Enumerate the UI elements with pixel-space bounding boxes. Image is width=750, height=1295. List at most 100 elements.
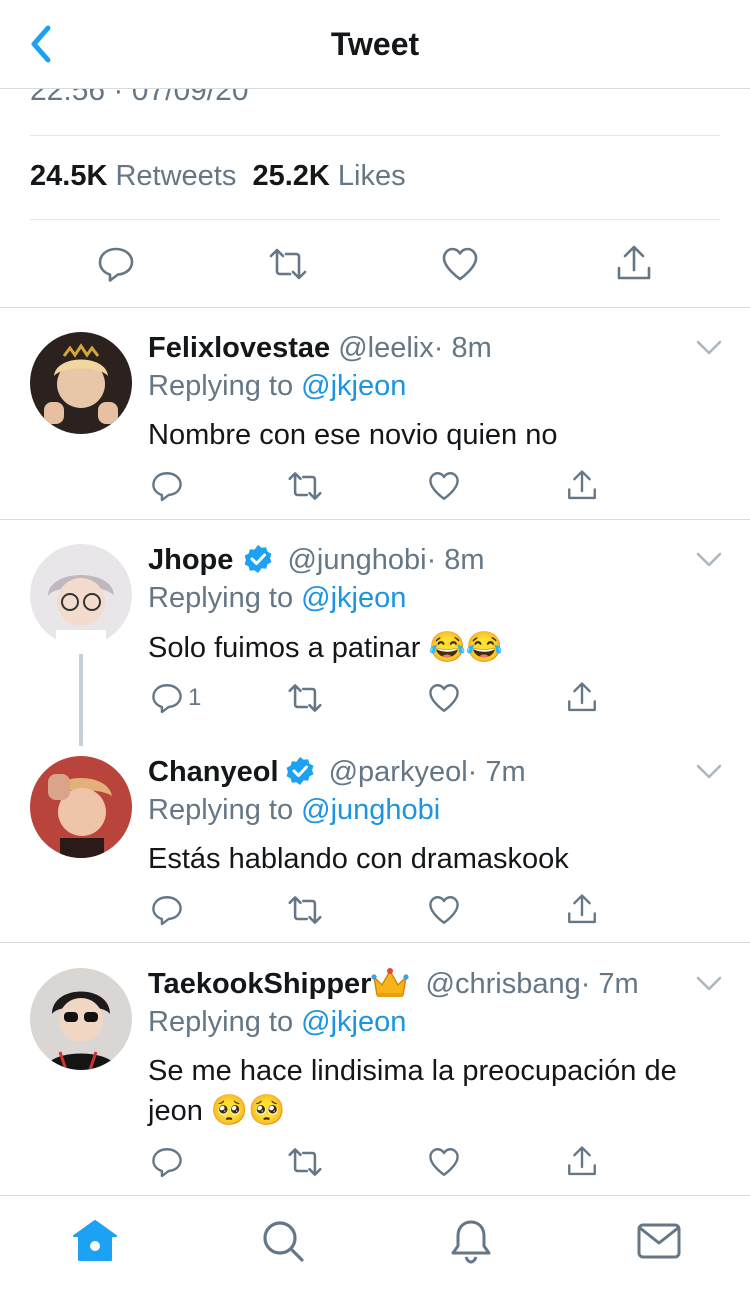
reply-button[interactable] bbox=[150, 1140, 194, 1184]
share-icon bbox=[568, 682, 596, 712]
username: @chrisbang bbox=[425, 968, 581, 1000]
verified-badge-icon bbox=[245, 545, 272, 573]
reply-button[interactable] bbox=[150, 888, 194, 932]
display-name[interactable]: Chanyeol bbox=[148, 756, 279, 788]
reply-icon bbox=[152, 896, 182, 926]
reply-header: Felixlovestae @leelix· 8m bbox=[148, 330, 492, 366]
heart-icon bbox=[429, 472, 459, 500]
retweets-stat[interactable]: 24.5K Retweets bbox=[30, 160, 236, 192]
divider bbox=[30, 219, 720, 220]
verified-badge-icon bbox=[286, 757, 313, 785]
retweet-button[interactable] bbox=[268, 242, 312, 286]
search-icon bbox=[263, 1221, 304, 1262]
timestamp: · 8m bbox=[433, 332, 492, 364]
bottom-tab-bar bbox=[0, 1195, 750, 1295]
thread-connector bbox=[79, 654, 83, 746]
pleading-face-emoji: 🥺🥺 bbox=[210, 1094, 286, 1127]
divider bbox=[30, 135, 720, 136]
tweet-text: Nombre con ese novio quien no bbox=[148, 419, 558, 451]
divider bbox=[0, 942, 750, 943]
retweet-button[interactable] bbox=[287, 888, 331, 932]
display-name[interactable]: TaekookShipper bbox=[148, 968, 371, 1000]
share-icon bbox=[568, 894, 596, 924]
retweet-icon bbox=[288, 684, 322, 712]
share-icon bbox=[617, 245, 651, 280]
like-button[interactable] bbox=[440, 242, 484, 286]
page-title: Tweet bbox=[330, 26, 420, 62]
replying-to: Replying to @jkjeon bbox=[148, 1006, 407, 1038]
reply-header: TaekookShipper @chrisbang· 7m bbox=[148, 966, 639, 1002]
username: @junghobi bbox=[287, 544, 427, 576]
like-button[interactable] bbox=[427, 888, 471, 932]
avatar[interactable] bbox=[30, 756, 132, 858]
timestamp: · 8m bbox=[426, 544, 485, 576]
crown-emoji-icon bbox=[371, 968, 410, 997]
heart-icon bbox=[442, 247, 478, 281]
reply-icon bbox=[152, 472, 182, 502]
retweet-button[interactable] bbox=[287, 464, 331, 508]
retweet-icon bbox=[288, 1148, 322, 1176]
retweet-button[interactable] bbox=[287, 676, 331, 720]
tears-of-joy-emoji: 😂😂 bbox=[428, 631, 504, 664]
tweet-stats: 24.5K Retweets 25.2K Likes bbox=[30, 160, 406, 193]
messages-icon bbox=[637, 1223, 681, 1259]
reply-button[interactable] bbox=[150, 464, 194, 508]
retweet-icon bbox=[288, 472, 322, 500]
likes-stat[interactable]: 25.2K Likes bbox=[252, 160, 405, 192]
divider bbox=[0, 519, 750, 520]
tweet-text: Se me hace lindisima la preocupación de … bbox=[148, 1055, 677, 1127]
heart-icon bbox=[429, 1148, 459, 1176]
chevron-down-icon[interactable] bbox=[694, 974, 724, 994]
mention-link[interactable]: @jkjeon bbox=[301, 1006, 406, 1038]
chevron-down-icon[interactable] bbox=[694, 550, 724, 570]
home-icon bbox=[73, 1220, 117, 1261]
avatar[interactable] bbox=[30, 544, 132, 646]
tweet-text: Solo fuimos a patinar 😂😂 bbox=[148, 631, 504, 664]
reply-icon bbox=[98, 247, 134, 282]
retweet-icon bbox=[269, 248, 307, 280]
reply-header: Chanyeol @parkyeol· 7m bbox=[148, 754, 526, 790]
mention-link[interactable]: @jkjeon bbox=[301, 582, 406, 614]
like-button[interactable] bbox=[427, 676, 471, 720]
share-button[interactable] bbox=[565, 888, 609, 932]
retweet-icon bbox=[288, 896, 322, 924]
reply-button[interactable]: 1 bbox=[150, 676, 230, 720]
mention-link[interactable]: @junghobi bbox=[301, 794, 440, 826]
heart-icon bbox=[429, 684, 459, 712]
replying-to: Replying to @jkjeon bbox=[148, 370, 407, 402]
share-button[interactable] bbox=[565, 464, 609, 508]
share-button[interactable] bbox=[565, 1140, 609, 1184]
like-button[interactable] bbox=[427, 1140, 471, 1184]
chevron-down-icon[interactable] bbox=[694, 338, 724, 358]
heart-icon bbox=[429, 896, 459, 924]
retweet-button[interactable] bbox=[287, 1140, 331, 1184]
share-button[interactable] bbox=[614, 242, 658, 286]
timestamp: · 7m bbox=[580, 968, 639, 1000]
chevron-down-icon[interactable] bbox=[694, 762, 724, 782]
mention-link[interactable]: @jkjeon bbox=[301, 370, 406, 402]
tab-notifications[interactable] bbox=[446, 1216, 496, 1266]
username: @parkyeol bbox=[328, 756, 468, 788]
share-button[interactable] bbox=[565, 676, 609, 720]
like-button[interactable] bbox=[427, 464, 471, 508]
divider bbox=[0, 307, 750, 308]
tab-messages[interactable] bbox=[634, 1216, 684, 1266]
avatar[interactable] bbox=[30, 968, 132, 1070]
tweet-text: Estás hablando con dramaskook bbox=[148, 843, 569, 875]
reply-button[interactable] bbox=[96, 242, 140, 286]
reply-header: Jhope @junghobi· 8m bbox=[148, 542, 485, 578]
timestamp: · 7m bbox=[467, 756, 526, 788]
share-icon bbox=[568, 470, 596, 500]
username: @leelix bbox=[338, 332, 434, 364]
display-name[interactable]: Jhope bbox=[148, 544, 233, 576]
reply-icon bbox=[152, 1148, 182, 1178]
display-name[interactable]: Felixlovestae bbox=[148, 332, 330, 364]
avatar[interactable] bbox=[30, 332, 132, 434]
tab-home[interactable] bbox=[70, 1216, 120, 1266]
share-icon bbox=[568, 1146, 596, 1176]
reply-count: 1 bbox=[188, 684, 202, 711]
notifications-icon bbox=[451, 1220, 491, 1264]
tab-search[interactable] bbox=[258, 1216, 308, 1266]
replying-to: Replying to @junghobi bbox=[148, 794, 441, 826]
reply-icon bbox=[152, 684, 182, 714]
